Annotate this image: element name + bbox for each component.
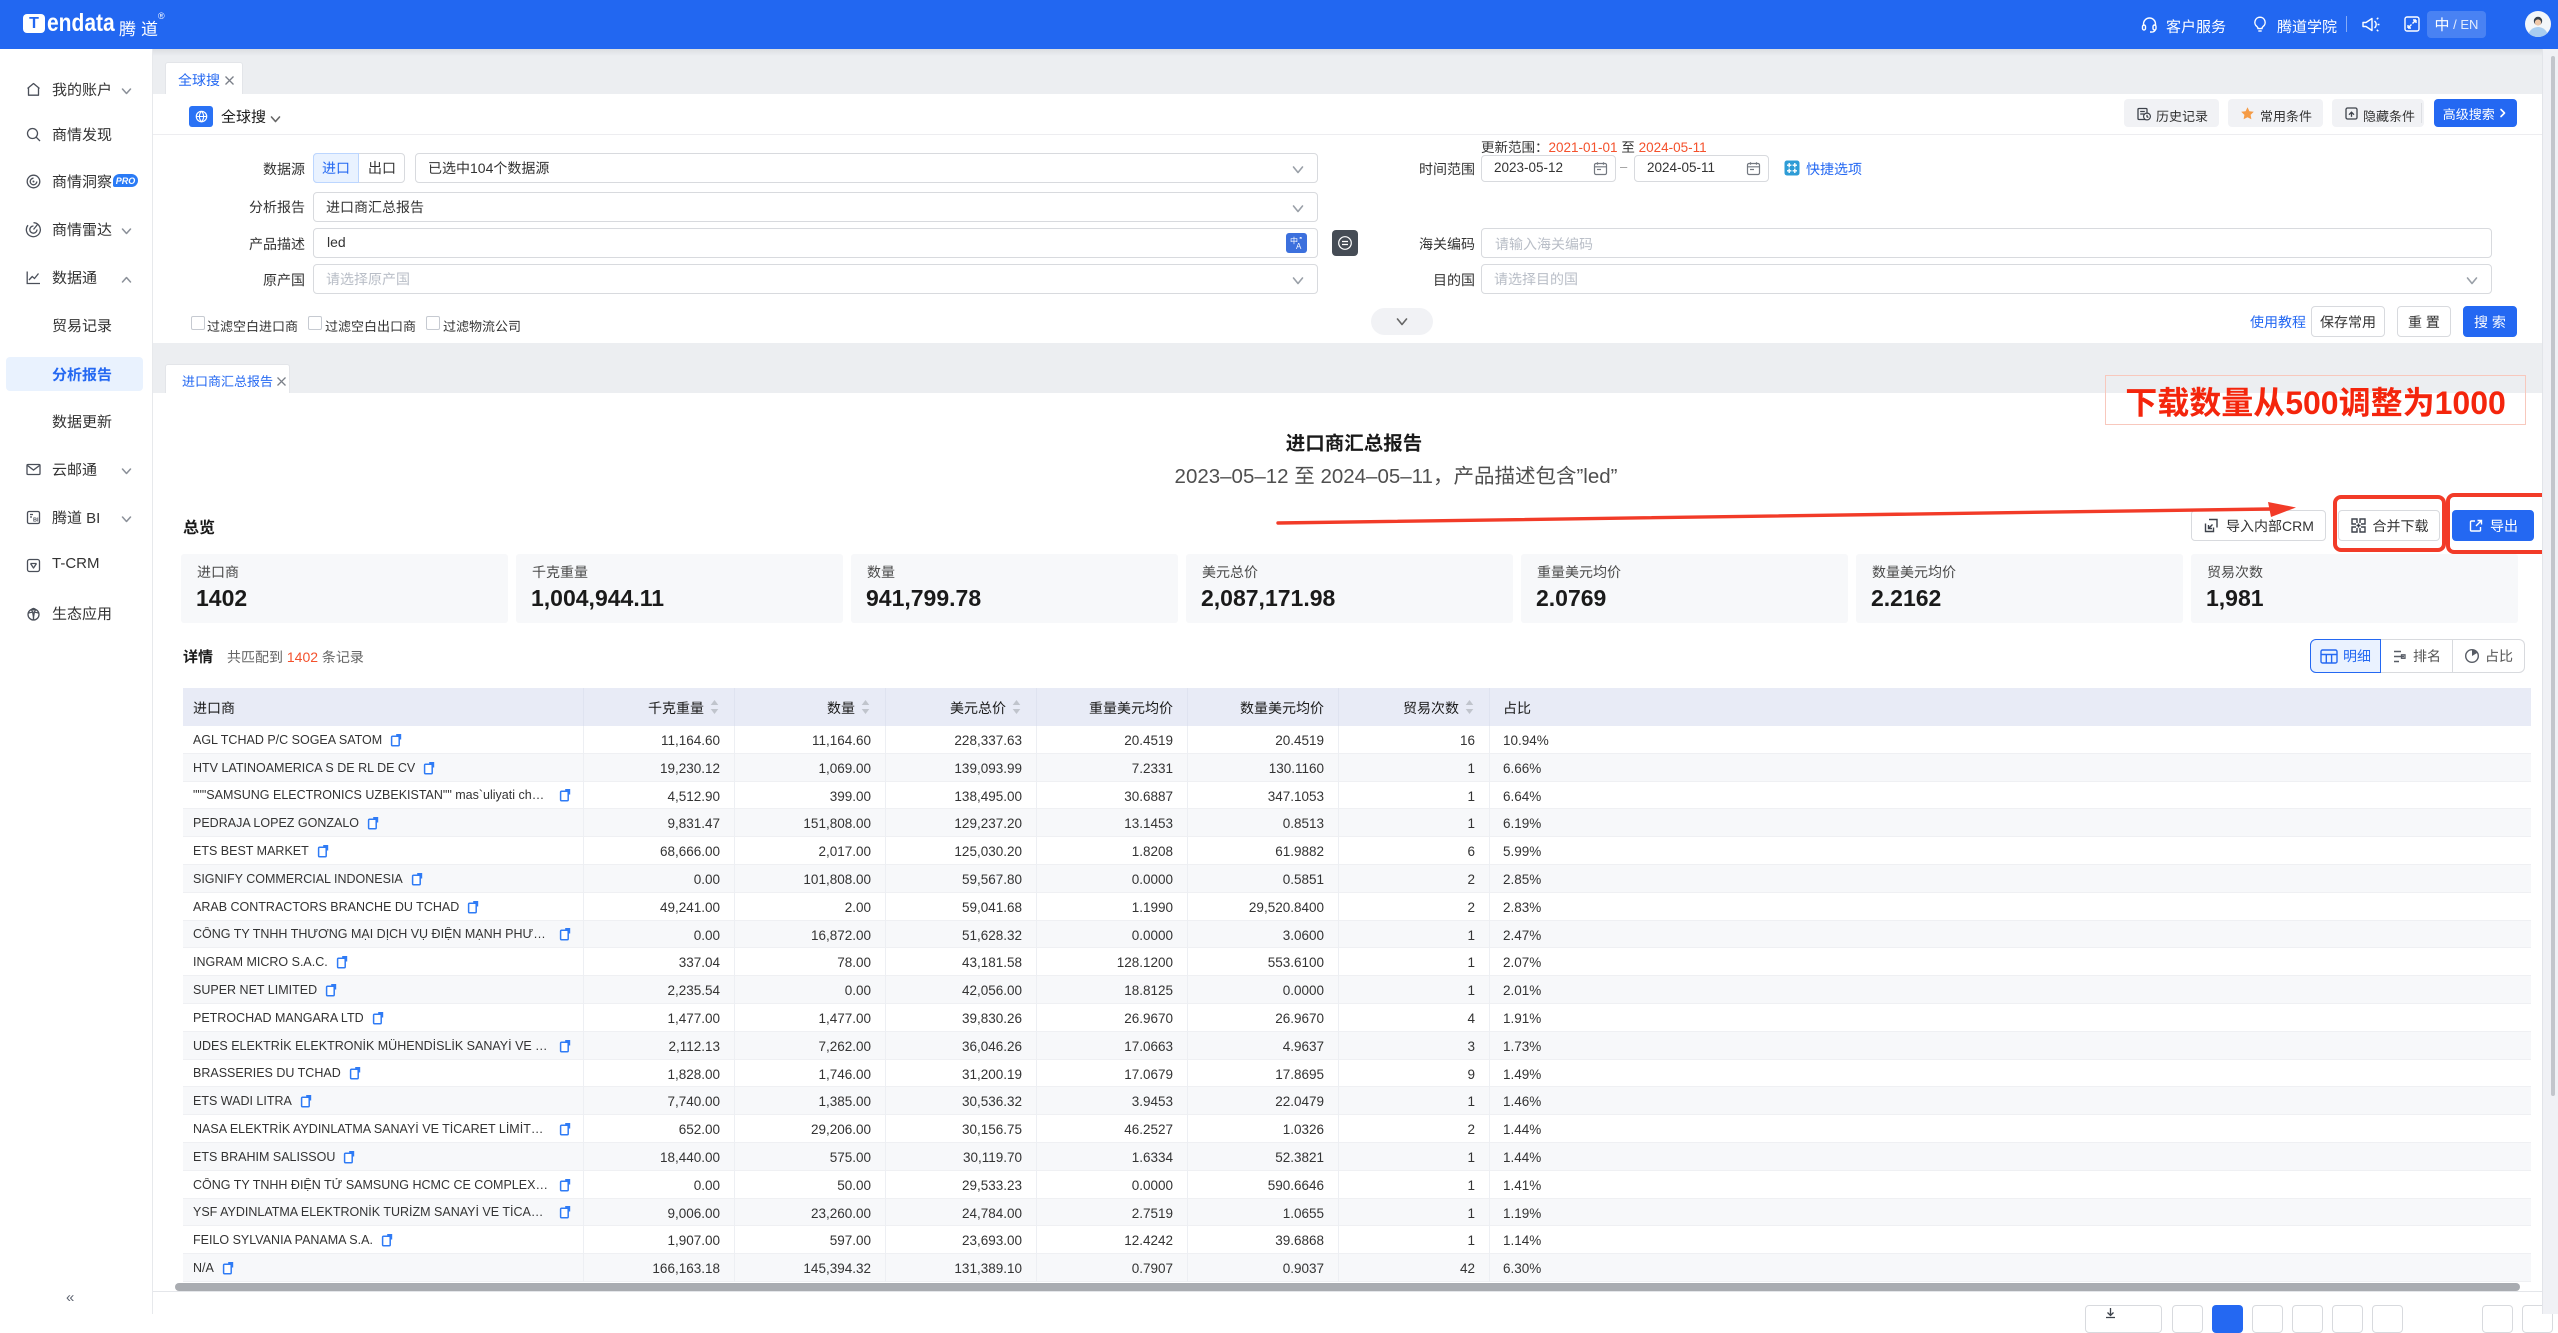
- svg-text:A: A: [1296, 242, 1302, 250]
- svg-text:BI: BI: [33, 518, 39, 524]
